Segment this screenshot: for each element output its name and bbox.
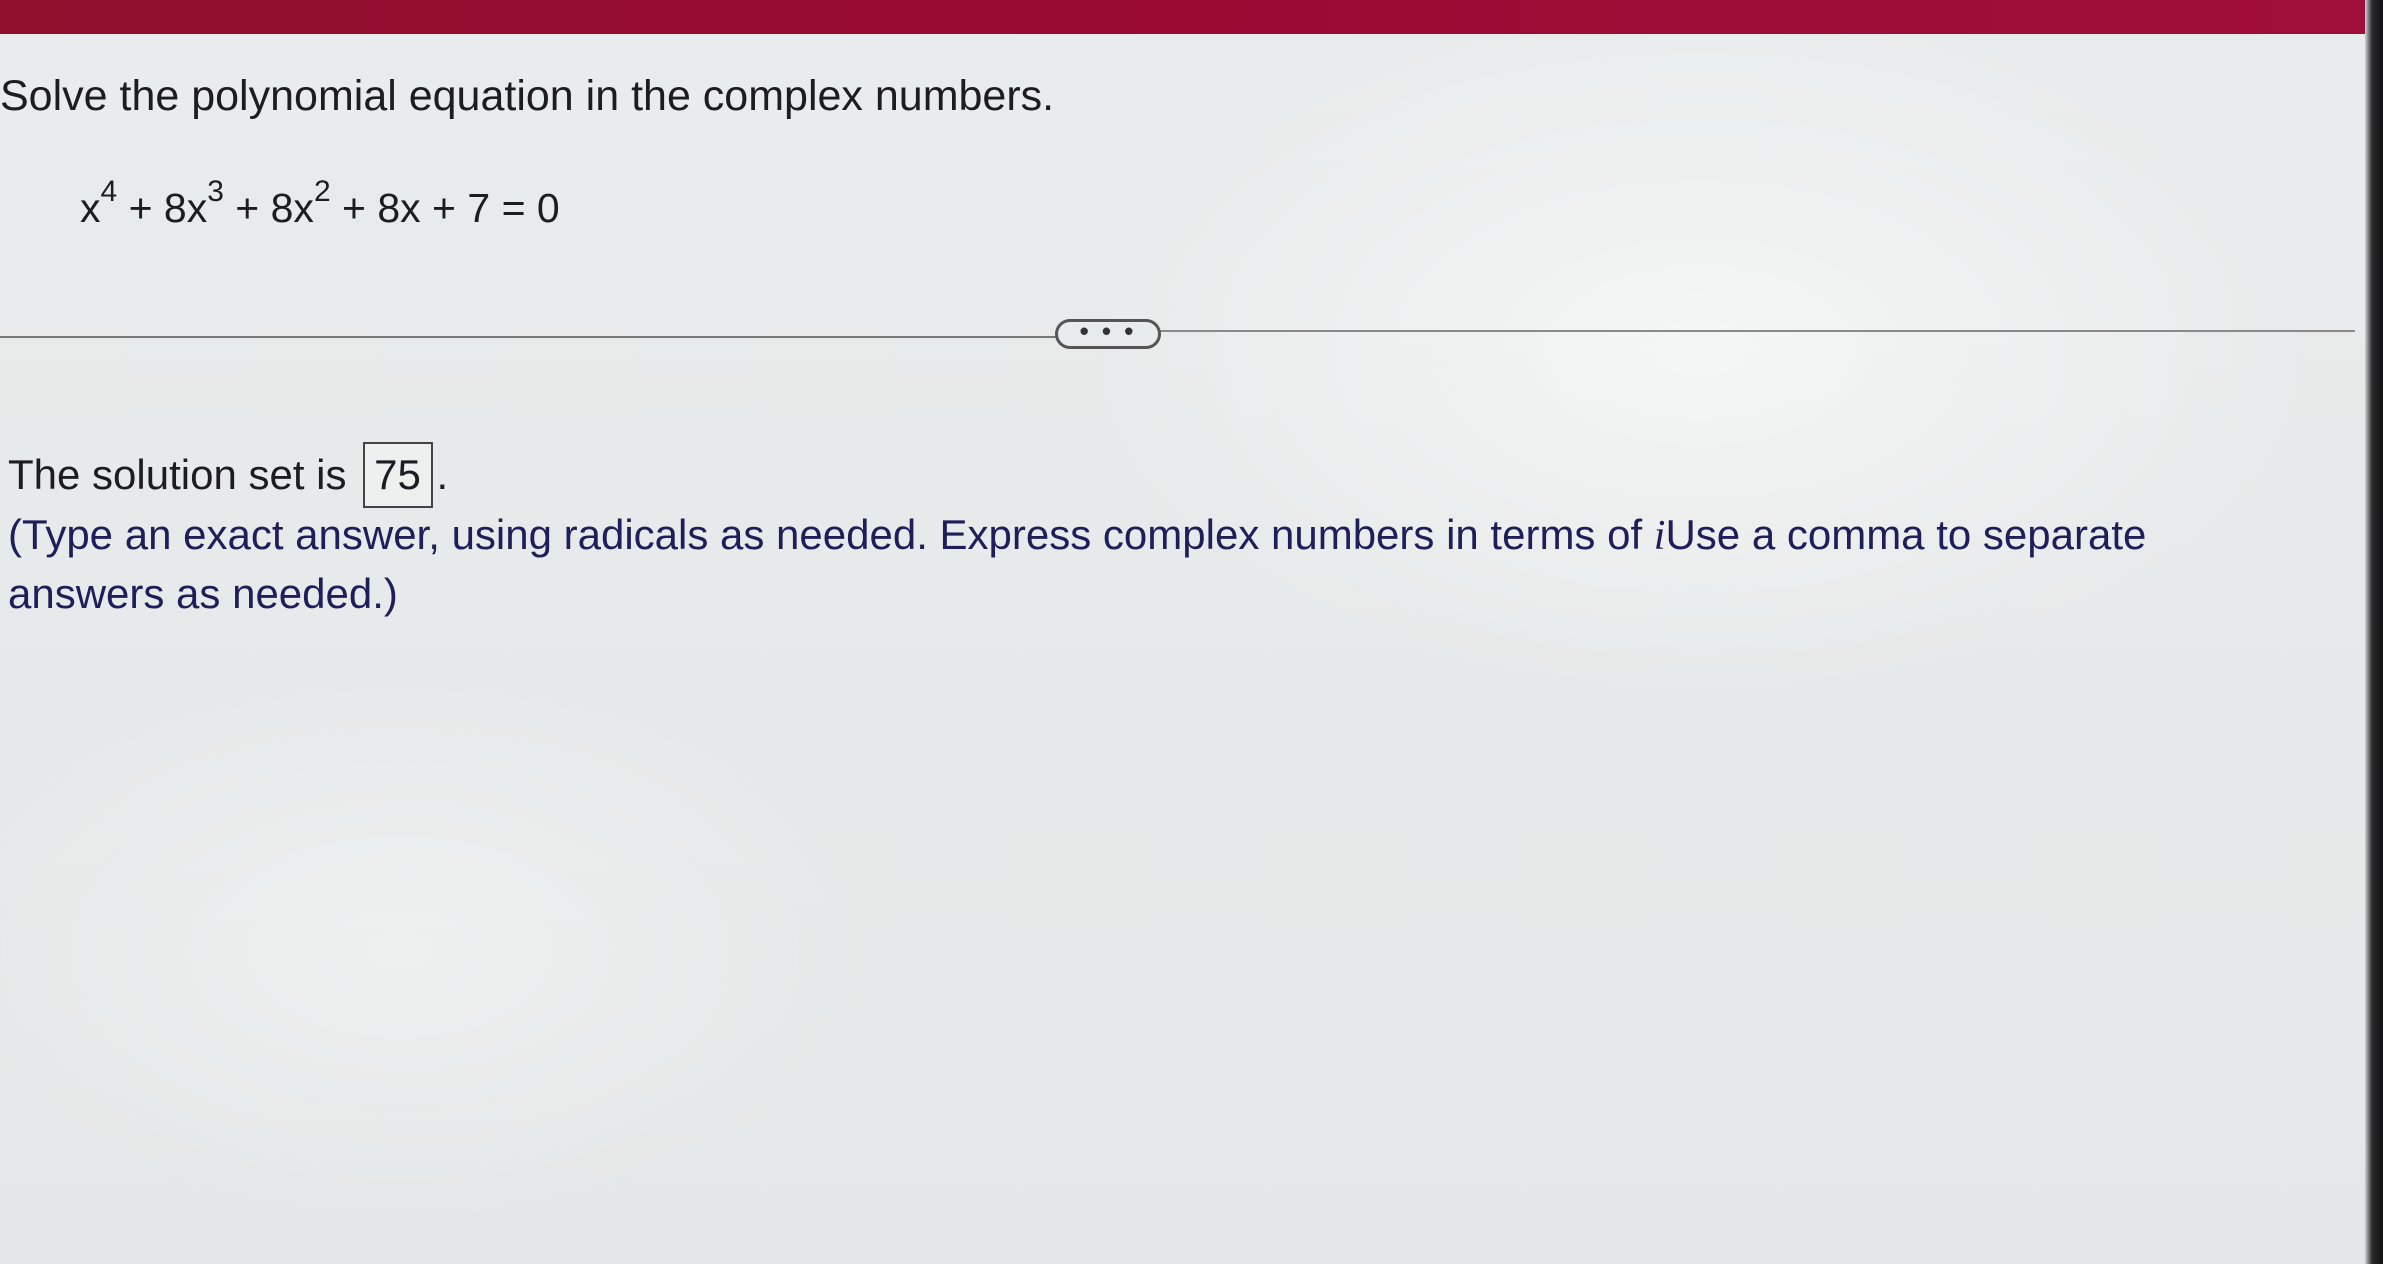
equation-exponent-2: 2: [313, 175, 331, 209]
polynomial-equation: x4 + 8x3 + 8x2 + 8x + 7 = 0: [80, 177, 560, 232]
expand-more-button[interactable]: • • •: [1055, 318, 1161, 349]
solution-line: The solution set is 75 .: [8, 442, 448, 508]
equation-exponent-3: 3: [207, 175, 224, 209]
instructions-text: (Type an exact answer, using radicals as…: [8, 511, 1654, 558]
answer-input-box[interactable]: 75: [362, 442, 433, 508]
top-header-bar: [0, 0, 2383, 34]
instructions-text: Use a comma to separate: [1665, 511, 2147, 558]
answer-instructions: (Type an exact answer, using radicals as…: [8, 506, 2308, 622]
equation-exponent-4: 4: [100, 175, 118, 209]
instructions-line-2: answers as needed.): [8, 570, 398, 617]
section-divider: [1160, 330, 2355, 332]
solution-prefix: The solution set is: [8, 451, 347, 498]
imaginary-unit-symbol: i: [1653, 513, 1666, 559]
solution-period: .: [436, 451, 449, 498]
section-divider: [0, 336, 1058, 338]
screen-bezel-edge: [2365, 0, 2383, 1264]
equation-term-8x: + 8x: [223, 185, 314, 231]
question-prompt: Solve the polynomial equation in the com…: [0, 72, 1055, 120]
instructions-line-1: (Type an exact answer, using radicals as…: [8, 506, 2308, 565]
equation-term-8x: + 8x: [117, 185, 208, 231]
equation-term-rest: + 8x + 7 = 0: [330, 185, 560, 231]
equation-term-x: x: [80, 185, 101, 231]
